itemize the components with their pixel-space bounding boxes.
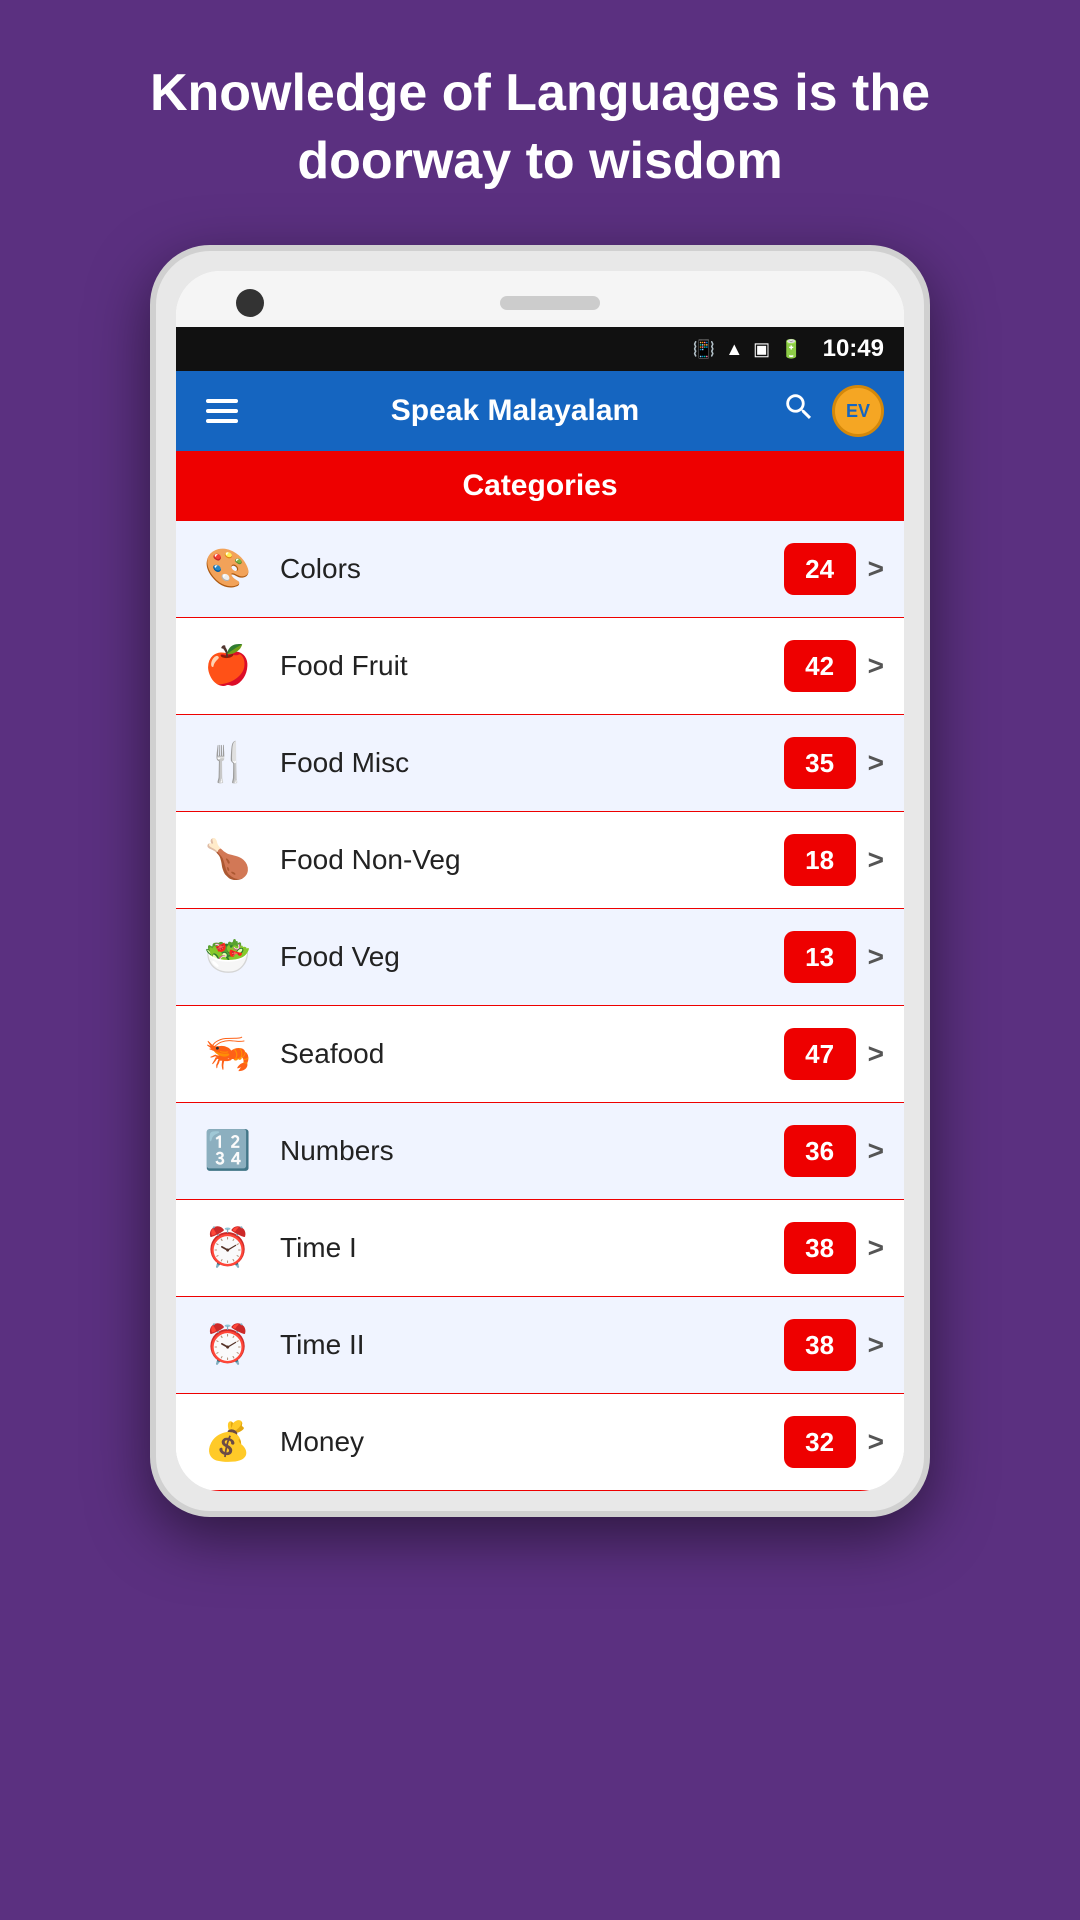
category-count-numbers: 36 <box>784 1125 856 1177</box>
category-count-food-fruit: 42 <box>784 640 856 692</box>
category-arrow-food-fruit: > <box>868 650 884 682</box>
speaker <box>500 296 600 310</box>
phone-frame: 📳 ▲ ▣ 🔋 10:49 Speak Malayalam <box>150 245 930 1517</box>
ev-badge: EV <box>832 385 884 437</box>
category-arrow-food-non-veg: > <box>868 844 884 876</box>
wifi-icon: ▲ <box>725 339 743 360</box>
category-item-food-veg[interactable]: 🥗 Food Veg 13 > <box>176 909 904 1006</box>
category-name-food-non-veg: Food Non-Veg <box>280 844 784 876</box>
categories-header: Categories <box>176 451 904 521</box>
category-icon-food-misc: 🍴 <box>196 731 260 795</box>
category-name-money: Money <box>280 1426 784 1458</box>
category-name-colors: Colors <box>280 553 784 585</box>
camera <box>236 289 264 317</box>
category-name-numbers: Numbers <box>280 1135 784 1167</box>
app-bar: Speak Malayalam EV <box>176 371 904 451</box>
category-arrow-time-ii: > <box>868 1329 884 1361</box>
category-icon-time-ii: ⏰ <box>196 1313 260 1377</box>
category-item-seafood[interactable]: 🦐 Seafood 47 > <box>176 1006 904 1103</box>
battery-icon: 🔋 <box>780 339 802 360</box>
category-icon-food-veg: 🥗 <box>196 925 260 989</box>
category-arrow-seafood: > <box>868 1038 884 1070</box>
app-bar-actions: EV <box>782 385 884 437</box>
category-name-time-ii: Time II <box>280 1329 784 1361</box>
header-quote: Knowledge of Languages is the doorway to… <box>0 0 1080 245</box>
vibrate-icon: 📳 <box>693 339 715 360</box>
status-time: 10:49 <box>823 335 884 363</box>
phone-top <box>176 271 904 327</box>
signal-icon: ▣ <box>753 339 770 360</box>
category-arrow-money: > <box>868 1426 884 1458</box>
category-icon-food-fruit: 🍎 <box>196 634 260 698</box>
category-arrow-food-misc: > <box>868 747 884 779</box>
category-name-time-i: Time I <box>280 1232 784 1264</box>
category-item-food-non-veg[interactable]: 🍗 Food Non-Veg 18 > <box>176 812 904 909</box>
category-icon-money: 💰 <box>196 1410 260 1474</box>
category-name-food-fruit: Food Fruit <box>280 650 784 682</box>
category-count-seafood: 47 <box>784 1028 856 1080</box>
category-name-food-veg: Food Veg <box>280 941 784 973</box>
category-icon-time-i: ⏰ <box>196 1216 260 1280</box>
category-name-food-misc: Food Misc <box>280 747 784 779</box>
category-icon-food-non-veg: 🍗 <box>196 828 260 892</box>
category-count-food-veg: 13 <box>784 931 856 983</box>
category-count-time-ii: 38 <box>784 1319 856 1371</box>
category-count-colors: 24 <box>784 543 856 595</box>
search-button[interactable] <box>782 390 816 432</box>
status-bar: 📳 ▲ ▣ 🔋 10:49 <box>176 327 904 371</box>
category-arrow-time-i: > <box>868 1232 884 1264</box>
category-icon-numbers: 🔢 <box>196 1119 260 1183</box>
category-arrow-numbers: > <box>868 1135 884 1167</box>
category-icon-seafood: 🦐 <box>196 1022 260 1086</box>
category-item-time-i[interactable]: ⏰ Time I 38 > <box>176 1200 904 1297</box>
category-name-seafood: Seafood <box>280 1038 784 1070</box>
category-item-time-ii[interactable]: ⏰ Time II 38 > <box>176 1297 904 1394</box>
category-count-time-i: 38 <box>784 1222 856 1274</box>
category-item-food-misc[interactable]: 🍴 Food Misc 35 > <box>176 715 904 812</box>
category-arrow-food-veg: > <box>868 941 884 973</box>
app-title: Speak Malayalam <box>268 394 762 428</box>
category-count-food-non-veg: 18 <box>784 834 856 886</box>
category-arrow-colors: > <box>868 553 884 585</box>
category-count-money: 32 <box>784 1416 856 1468</box>
category-icon-colors: 🎨 <box>196 537 260 601</box>
category-item-money[interactable]: 💰 Money 32 > <box>176 1394 904 1491</box>
category-count-food-misc: 35 <box>784 737 856 789</box>
category-item-food-fruit[interactable]: 🍎 Food Fruit 42 > <box>176 618 904 715</box>
category-list: 🎨 Colors 24 > 🍎 Food Fruit 42 > 🍴 Food M… <box>176 521 904 1491</box>
category-item-numbers[interactable]: 🔢 Numbers 36 > <box>176 1103 904 1200</box>
menu-button[interactable] <box>196 389 248 433</box>
category-item-colors[interactable]: 🎨 Colors 24 > <box>176 521 904 618</box>
